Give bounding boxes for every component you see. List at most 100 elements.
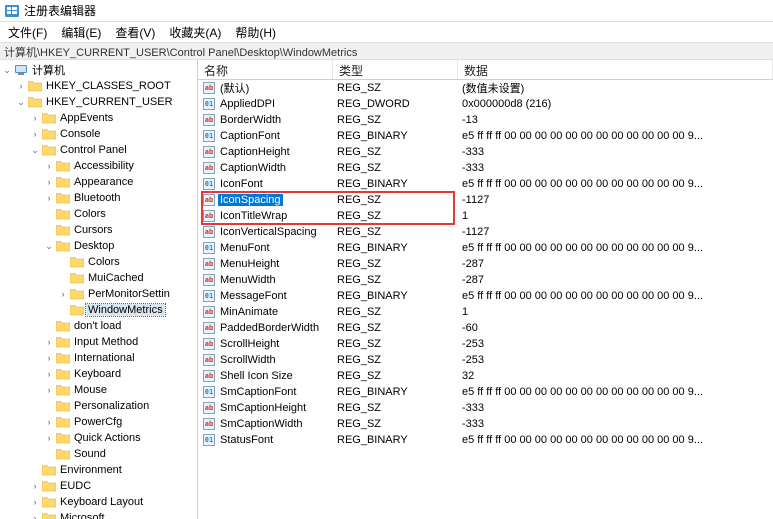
value-row[interactable]: abCaptionWidthREG_SZ-333 — [198, 160, 773, 176]
value-row[interactable]: abMenuWidthREG_SZ-287 — [198, 272, 773, 288]
tree-item-eudc[interactable]: ›EUDC — [0, 478, 197, 494]
chevron-icon[interactable]: ⌄ — [30, 145, 40, 156]
tree-item-quickactions[interactable]: ›Quick Actions — [0, 430, 197, 446]
menu-favorites[interactable]: 收藏夹(A) — [163, 23, 227, 42]
chevron-icon[interactable]: ⌄ — [16, 97, 26, 108]
value-row[interactable]: 01StatusFontREG_BINARYe5 ff ff ff 00 00 … — [198, 432, 773, 448]
tree-item-root[interactable]: ⌄计算机 — [0, 62, 197, 78]
tree-item-windowmetrics[interactable]: WindowMetrics — [0, 302, 197, 318]
tree-label: Environment — [58, 464, 124, 476]
value-row[interactable]: abShell Icon SizeREG_SZ32 — [198, 368, 773, 384]
value-row[interactable]: 01SmCaptionFontREG_BINARYe5 ff ff ff 00 … — [198, 384, 773, 400]
tree-item-console[interactable]: ›Console — [0, 126, 197, 142]
value-name: SmCaptionWidth — [218, 418, 305, 430]
chevron-icon[interactable]: › — [44, 177, 54, 187]
folder-icon — [42, 112, 56, 124]
chevron-icon[interactable]: › — [30, 113, 40, 123]
tree-item-appearance[interactable]: ›Appearance — [0, 174, 197, 190]
chevron-icon[interactable]: › — [44, 193, 54, 203]
tree-item-controlpanel[interactable]: ⌄Control Panel — [0, 142, 197, 158]
tree-item-environment[interactable]: Environment — [0, 462, 197, 478]
chevron-icon[interactable]: › — [44, 385, 54, 395]
chevron-icon[interactable]: › — [30, 481, 40, 491]
tree-label: Colors — [86, 256, 122, 268]
menu-view[interactable]: 查看(V) — [109, 23, 161, 42]
tree-item-cursors[interactable]: Cursors — [0, 222, 197, 238]
value-row[interactable]: abPaddedBorderWidthREG_SZ-60 — [198, 320, 773, 336]
tree-pane[interactable]: ⌄计算机›HKEY_CLASSES_ROOT⌄HKEY_CURRENT_USER… — [0, 60, 198, 519]
value-row[interactable]: 01CaptionFontREG_BINARYe5 ff ff ff 00 00… — [198, 128, 773, 144]
value-row[interactable]: abScrollHeightREG_SZ-253 — [198, 336, 773, 352]
value-row[interactable]: 01MenuFontREG_BINARYe5 ff ff ff 00 00 00… — [198, 240, 773, 256]
column-type[interactable]: 类型 — [333, 60, 458, 79]
folder-icon — [56, 224, 70, 236]
value-data: -60 — [458, 322, 773, 334]
tree-item-appevents[interactable]: ›AppEvents — [0, 110, 197, 126]
tree-item-dontload[interactable]: don't load — [0, 318, 197, 334]
chevron-icon[interactable]: › — [44, 353, 54, 363]
tree-item-keyboard[interactable]: ›Keyboard — [0, 366, 197, 382]
list-pane[interactable]: 名称 类型 数据 ab(默认)REG_SZ(数值未设置)01AppliedDPI… — [198, 60, 773, 519]
value-row[interactable]: abMenuHeightREG_SZ-287 — [198, 256, 773, 272]
address-bar[interactable]: 计算机\HKEY_CURRENT_USER\Control Panel\Desk… — [0, 42, 773, 60]
chevron-icon[interactable]: › — [16, 81, 26, 91]
value-type: REG_SZ — [333, 82, 458, 94]
value-row[interactable]: abCaptionHeightREG_SZ-333 — [198, 144, 773, 160]
column-name[interactable]: 名称 — [198, 60, 333, 79]
chevron-icon[interactable]: › — [30, 513, 40, 519]
folder-icon — [70, 288, 84, 300]
chevron-icon[interactable]: › — [58, 289, 68, 299]
value-type: REG_SZ — [333, 226, 458, 238]
tree-item-accessibility[interactable]: ›Accessibility — [0, 158, 197, 174]
tree-item-muicached[interactable]: MuiCached — [0, 270, 197, 286]
chevron-icon[interactable]: › — [44, 337, 54, 347]
value-row[interactable]: abSmCaptionHeightREG_SZ-333 — [198, 400, 773, 416]
tree-item-permonitor[interactable]: ›PerMonitorSettin — [0, 286, 197, 302]
value-row[interactable]: 01AppliedDPIREG_DWORD0x000000d8 (216) — [198, 96, 773, 112]
value-row[interactable]: abBorderWidthREG_SZ-13 — [198, 112, 773, 128]
menu-file[interactable]: 文件(F) — [2, 23, 53, 42]
value-name: (默认) — [218, 80, 251, 96]
value-data: -333 — [458, 402, 773, 414]
chevron-icon[interactable]: › — [44, 369, 54, 379]
tree-item-mouse[interactable]: ›Mouse — [0, 382, 197, 398]
value-icon: ab — [202, 401, 216, 415]
tree-item-inputmethod[interactable]: ›Input Method — [0, 334, 197, 350]
tree-item-hkcr[interactable]: ›HKEY_CLASSES_ROOT — [0, 78, 197, 94]
chevron-icon[interactable]: ⌄ — [2, 65, 12, 76]
value-row[interactable]: abMinAnimateREG_SZ1 — [198, 304, 773, 320]
value-row[interactable]: abIconVerticalSpacingREG_SZ-1127 — [198, 224, 773, 240]
tree-item-personalization[interactable]: Personalization — [0, 398, 197, 414]
value-row[interactable]: abSmCaptionWidthREG_SZ-333 — [198, 416, 773, 432]
titlebar[interactable]: 注册表编辑器 — [0, 0, 773, 22]
menu-edit[interactable]: 编辑(E) — [55, 23, 107, 42]
chevron-icon[interactable]: › — [44, 161, 54, 171]
tree-item-bluetooth[interactable]: ›Bluetooth — [0, 190, 197, 206]
tree-item-international[interactable]: ›International — [0, 350, 197, 366]
tree-item-colors[interactable]: Colors — [0, 206, 197, 222]
tree-item-powercfg[interactable]: ›PowerCfg — [0, 414, 197, 430]
tree-item-desktop[interactable]: ⌄Desktop — [0, 238, 197, 254]
tree-item-sound[interactable]: Sound — [0, 446, 197, 462]
tree-item-hkcu[interactable]: ⌄HKEY_CURRENT_USER — [0, 94, 197, 110]
chevron-icon[interactable]: ⌄ — [44, 241, 54, 252]
folder-icon — [42, 128, 56, 140]
value-row[interactable]: 01MessageFontREG_BINARYe5 ff ff ff 00 00… — [198, 288, 773, 304]
value-row[interactable]: abIconTitleWrapREG_SZ1 — [198, 208, 773, 224]
tree-item-microsoft[interactable]: ›Microsoft — [0, 510, 197, 519]
tree-item-desktop_colors[interactable]: Colors — [0, 254, 197, 270]
chevron-icon[interactable]: › — [30, 497, 40, 507]
chevron-icon[interactable]: › — [30, 129, 40, 139]
menu-help[interactable]: 帮助(H) — [229, 23, 282, 42]
value-row[interactable]: ab(默认)REG_SZ(数值未设置) — [198, 80, 773, 96]
value-name: Shell Icon Size — [218, 370, 295, 382]
value-name: CaptionFont — [218, 130, 282, 142]
tree-item-keyboardlayout[interactable]: ›Keyboard Layout — [0, 494, 197, 510]
chevron-icon[interactable]: › — [44, 417, 54, 427]
column-data[interactable]: 数据 — [458, 60, 773, 79]
value-row[interactable]: abScrollWidthREG_SZ-253 — [198, 352, 773, 368]
value-icon: 01 — [202, 433, 216, 447]
value-row[interactable]: 01IconFontREG_BINARYe5 ff ff ff 00 00 00… — [198, 176, 773, 192]
chevron-icon[interactable]: › — [44, 433, 54, 443]
value-row[interactable]: abIconSpacingREG_SZ-1127 — [198, 192, 773, 208]
